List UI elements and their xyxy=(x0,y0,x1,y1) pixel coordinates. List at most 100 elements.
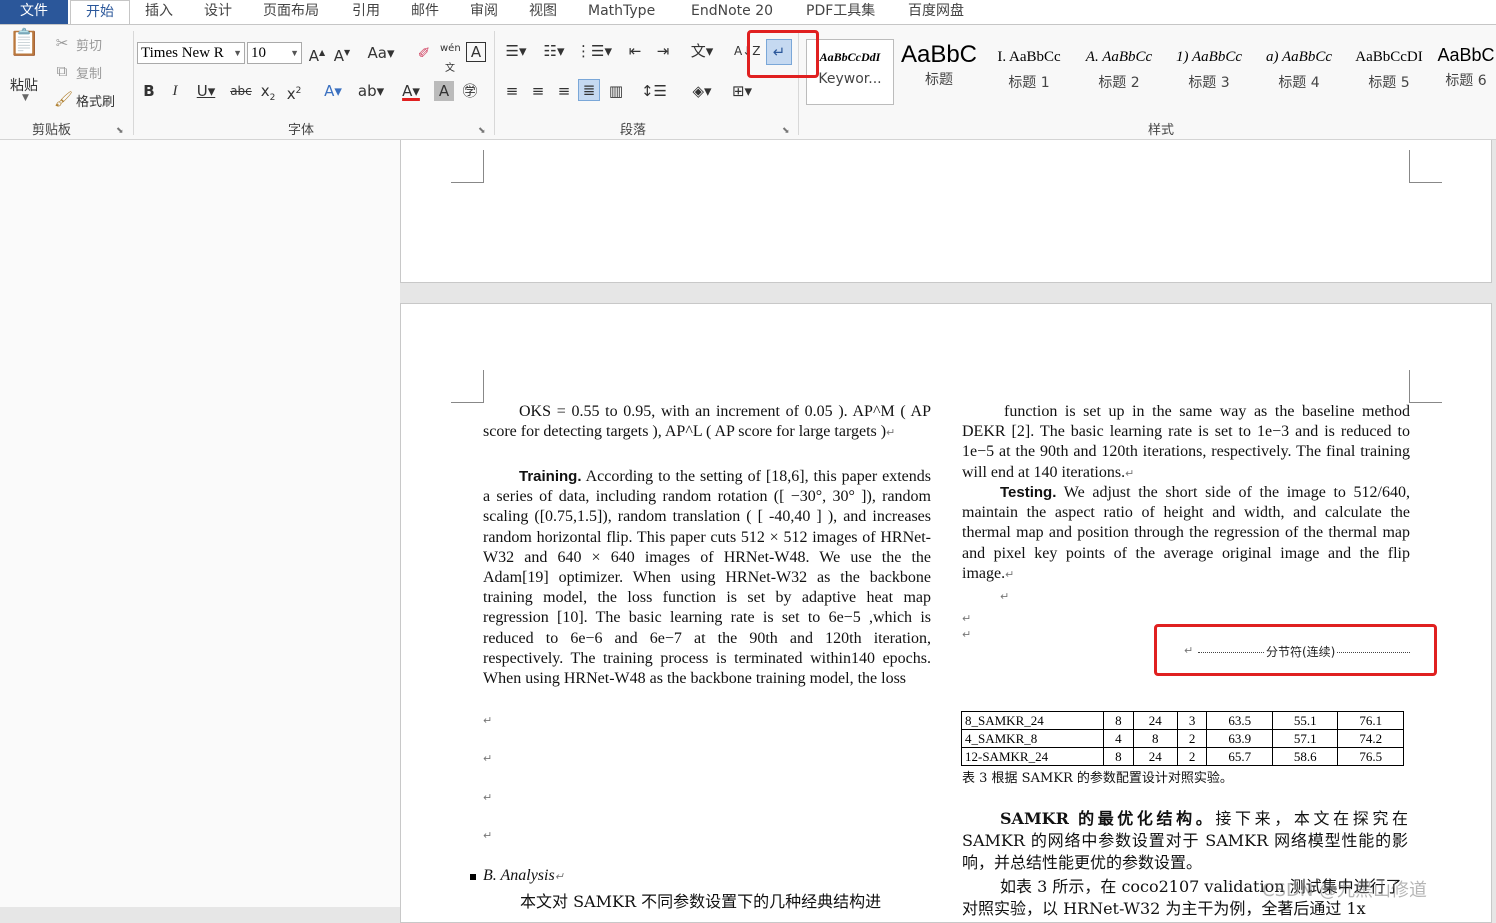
shrink-font-icon[interactable]: A▼ xyxy=(333,43,351,66)
italic-icon[interactable]: I xyxy=(166,81,184,101)
tab-endnote[interactable]: EndNote 20 xyxy=(691,0,773,24)
paragraph-mark-icon: ↵ xyxy=(483,714,493,727)
style-heading-1[interactable]: I. AaBbCc 标题 1 xyxy=(986,41,1072,101)
style-name: 标题 4 xyxy=(1278,75,1320,91)
multilevel-list-icon[interactable]: ⋮☰▾ xyxy=(576,41,612,61)
line-spacing-icon[interactable]: ↕☰ xyxy=(638,81,670,101)
style-name: 标题 xyxy=(925,72,953,88)
tab-references[interactable]: 引用 xyxy=(352,0,380,24)
paragraph-text: According to the setting of [18,6], this… xyxy=(483,468,931,688)
phonetic-guide-icon[interactable]: wén 文 xyxy=(440,39,461,79)
character-border-icon[interactable]: A xyxy=(466,42,486,62)
crop-mark xyxy=(1409,150,1442,183)
text-effects-icon[interactable]: A▾ xyxy=(318,81,348,101)
font-size-value: 10 xyxy=(251,45,266,61)
table-cell: 63.5 xyxy=(1206,711,1273,730)
chevron-down-icon: ▼ xyxy=(233,48,242,58)
paragraph-mark-icon: ↵ xyxy=(483,752,493,765)
tab-review[interactable]: 审阅 xyxy=(470,0,498,24)
align-center-icon[interactable]: ≡ xyxy=(528,81,548,101)
align-left-icon[interactable]: ≡ xyxy=(502,81,522,101)
paste-dropdown-icon[interactable]: ▼ xyxy=(22,93,29,103)
paragraph-testing[interactable]: Testing. We adjust the short side of the… xyxy=(962,483,1410,585)
underline-icon[interactable]: U▾ xyxy=(192,81,220,101)
align-right-icon[interactable]: ≡ xyxy=(554,81,574,101)
table-cell: 57.1 xyxy=(1271,729,1339,748)
style-heading-2[interactable]: A. AaBbCc 标题 2 xyxy=(1076,41,1162,101)
copy-icon[interactable]: ⧉ xyxy=(54,61,70,81)
tab-file[interactable]: 文件 xyxy=(0,0,68,24)
paragraph-loss[interactable]: function is set up in the same way as th… xyxy=(962,402,1410,484)
distributed-icon[interactable]: ▥ xyxy=(606,81,626,101)
font-size-combo[interactable]: 10 ▼ xyxy=(247,42,302,64)
table-row: 12-SAMKR_24 8 24 2 65.7 58.6 76.5 xyxy=(961,747,1404,766)
cut-button[interactable]: 剪切 xyxy=(76,35,102,54)
paragraph-metrics[interactable]: OKS = 0.55 to 0.95, with an increment of… xyxy=(483,402,931,443)
font-name-value: Times New R xyxy=(141,45,224,61)
change-case-icon[interactable]: Aa▾ xyxy=(366,43,396,63)
format-painter-icon[interactable]: 🖌 xyxy=(54,89,73,109)
style-keywords[interactable]: AaBbCcDdI Keywor... xyxy=(806,39,894,105)
style-sample: AaBbCcDdI xyxy=(819,50,881,64)
table-row: 4_SAMKR_8 4 8 2 63.9 57.1 74.2 xyxy=(961,729,1404,748)
paragraph-cn-start[interactable]: 本文对 SAMKR 不同参数设置下的几种经典结构进 xyxy=(520,891,932,913)
character-shading-icon[interactable]: A xyxy=(434,81,454,101)
tab-insert[interactable]: 插入 xyxy=(145,0,173,24)
table-cell: 12-SAMKR_24 xyxy=(961,747,1104,766)
justify-icon[interactable]: ≣ xyxy=(578,79,600,101)
format-painter-button[interactable]: 格式刷 xyxy=(76,91,115,110)
bold-icon[interactable]: B xyxy=(140,81,158,101)
tab-home[interactable]: 开始 xyxy=(70,0,130,24)
copy-button[interactable]: 复制 xyxy=(76,63,102,82)
paste-button[interactable]: 粘贴 xyxy=(10,75,38,95)
bullets-icon[interactable]: ☰▾ xyxy=(500,41,532,61)
subscript-icon[interactable]: x2 xyxy=(258,81,278,108)
style-name: Keywor... xyxy=(818,71,882,87)
highlight-box xyxy=(747,30,819,78)
text-direction-icon[interactable]: 文▾ xyxy=(686,41,718,61)
paragraph-mark-icon: ↵ xyxy=(962,628,972,641)
decrease-indent-icon[interactable]: ⇤ xyxy=(624,41,646,61)
superscript-icon[interactable]: x2 xyxy=(284,81,304,104)
style-heading-6[interactable]: AaBbC 标题 6 xyxy=(1436,41,1496,101)
section-heading[interactable]: B. Analysis↵ xyxy=(483,866,783,887)
increase-indent-icon[interactable]: ⇥ xyxy=(652,41,674,61)
table-caption[interactable]: 表 3 根据 SAMKR 的参数配置设计对照实验。 xyxy=(962,767,1233,786)
style-heading-5[interactable]: AaBbCcDI 标题 5 xyxy=(1346,41,1432,101)
clear-formatting-icon[interactable]: ✐ xyxy=(414,43,434,63)
scissors-icon[interactable]: ✂ xyxy=(54,33,70,53)
paragraph-mark-icon: ↵ xyxy=(483,791,493,804)
tab-baidu-netdisk[interactable]: 百度网盘 xyxy=(908,0,964,24)
enclose-characters-icon[interactable]: ㊫ xyxy=(460,81,480,101)
style-heading-4[interactable]: a) AaBbCc 标题 4 xyxy=(1256,41,1342,101)
tab-pdf-tools[interactable]: PDF工具集 xyxy=(806,0,875,24)
tab-design[interactable]: 设计 xyxy=(204,0,232,24)
table-cell: 4_SAMKR_8 xyxy=(961,729,1104,748)
highlight-color-icon[interactable]: ab▾ xyxy=(354,81,388,101)
tab-layout[interactable]: 页面布局 xyxy=(263,0,319,24)
font-name-combo[interactable]: Times New R ▼ xyxy=(137,42,245,64)
font-color-icon[interactable]: A▾ xyxy=(394,81,428,101)
table-cell: 3 xyxy=(1176,711,1208,730)
style-sample: 1) AaBbCc xyxy=(1176,49,1242,65)
grow-font-icon[interactable]: A▲ xyxy=(308,43,326,66)
style-sample: A. AaBbCc xyxy=(1085,49,1153,65)
numbering-icon[interactable]: ☷▾ xyxy=(538,41,570,61)
tab-view[interactable]: 视图 xyxy=(529,0,557,24)
tab-mathtype[interactable]: MathType xyxy=(588,0,655,24)
dialog-launcher-icon[interactable]: ⬊ xyxy=(782,121,790,141)
paste-icon[interactable]: 📋 xyxy=(8,30,40,65)
heading-bullet-icon xyxy=(470,874,476,880)
paragraph-cn-optimal[interactable]: SAMKR 的最优化结构。接下来，本文在探究在 SAMKR 的网络中参数设置对于… xyxy=(962,808,1408,874)
tab-mailings[interactable]: 邮件 xyxy=(411,0,439,24)
dialog-launcher-icon[interactable]: ⬊ xyxy=(116,121,124,141)
style-heading-3[interactable]: 1) AaBbCc 标题 3 xyxy=(1166,41,1252,101)
borders-icon[interactable]: ⊞▾ xyxy=(726,81,758,101)
shading-icon[interactable]: ◈▾ xyxy=(686,81,718,101)
paragraph-training[interactable]: Training. According to the setting of [1… xyxy=(483,467,931,689)
strikethrough-icon[interactable]: abc xyxy=(230,81,252,101)
dialog-launcher-icon[interactable]: ⬊ xyxy=(478,121,486,141)
testing-heading: Testing. xyxy=(1000,484,1057,501)
style-title[interactable]: AaBbC 标题 xyxy=(896,41,982,101)
results-table[interactable]: 8_SAMKR_24 8 24 3 63.5 55.1 76.1 4_SAMKR… xyxy=(961,711,1404,766)
